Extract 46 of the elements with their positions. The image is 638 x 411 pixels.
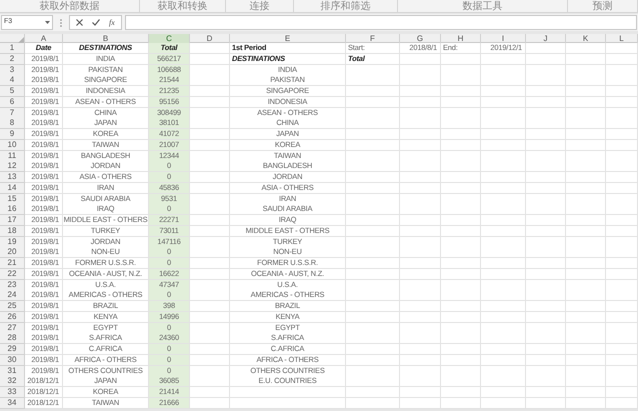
column-header[interactable]: C — [149, 34, 190, 43]
row-header[interactable]: 23 — [0, 280, 25, 290]
row-header[interactable]: 18 — [0, 226, 25, 237]
row-header[interactable]: 27 — [0, 322, 25, 334]
row-header[interactable]: 1 — [0, 43, 25, 54]
ribbon-group-label: 获取外部数据 — [40, 0, 100, 12]
caret-icon — [45, 21, 50, 24]
row-header[interactable]: 14 — [0, 182, 25, 194]
row-header[interactable]: 28 — [0, 333, 25, 344]
row-header[interactable]: 13 — [0, 172, 25, 183]
row-header[interactable]: 33 — [0, 387, 25, 398]
formula-input[interactable] — [124, 15, 637, 30]
ribbon-group-label: 预测 — [592, 0, 612, 12]
row-header[interactable]: 12 — [0, 161, 25, 172]
row-header[interactable]: 8 — [0, 118, 25, 130]
row-header[interactable]: 19 — [0, 236, 25, 248]
row-header[interactable]: 6 — [0, 96, 25, 108]
row-header[interactable]: 32 — [0, 376, 25, 388]
row-header[interactable]: 15 — [0, 194, 25, 204]
row-header[interactable]: 7 — [0, 108, 25, 118]
row-header[interactable]: 2 — [0, 54, 25, 65]
row-header[interactable]: 5 — [0, 86, 25, 97]
row-header[interactable]: 30 — [0, 354, 25, 366]
cancel-icon[interactable] — [76, 19, 83, 26]
row-header[interactable]: 16 — [0, 204, 25, 216]
checkmark-icon[interactable] — [92, 19, 100, 26]
row-header[interactable]: 20 — [0, 247, 25, 258]
row-header[interactable]: 25 — [0, 301, 25, 312]
row-header[interactable]: 26 — [0, 312, 25, 323]
row-header[interactable]: 9 — [0, 129, 25, 140]
row-header[interactable]: 3 — [0, 64, 25, 76]
row-header[interactable]: 21 — [0, 258, 25, 269]
row-header[interactable]: 17 — [0, 215, 25, 226]
ribbon-group-label: 排序和筛选 — [320, 0, 370, 12]
row-header[interactable]: 4 — [0, 75, 25, 86]
row-header[interactable]: 34 — [0, 398, 25, 409]
row-header[interactable]: 24 — [0, 290, 25, 302]
row-header[interactable]: 22 — [0, 268, 25, 280]
row-header[interactable]: 29 — [0, 344, 25, 355]
ribbon-group-label: 数据工具 — [462, 0, 502, 12]
row-header[interactable]: 31 — [0, 366, 25, 376]
insert-function-button[interactable]: fx — [109, 18, 115, 26]
row-header[interactable]: 11 — [0, 150, 25, 162]
ribbon-group-label: 连接 — [250, 0, 270, 12]
ribbon-group-label: 获取和转换 — [158, 0, 208, 12]
row-header[interactable]: 10 — [0, 140, 25, 151]
